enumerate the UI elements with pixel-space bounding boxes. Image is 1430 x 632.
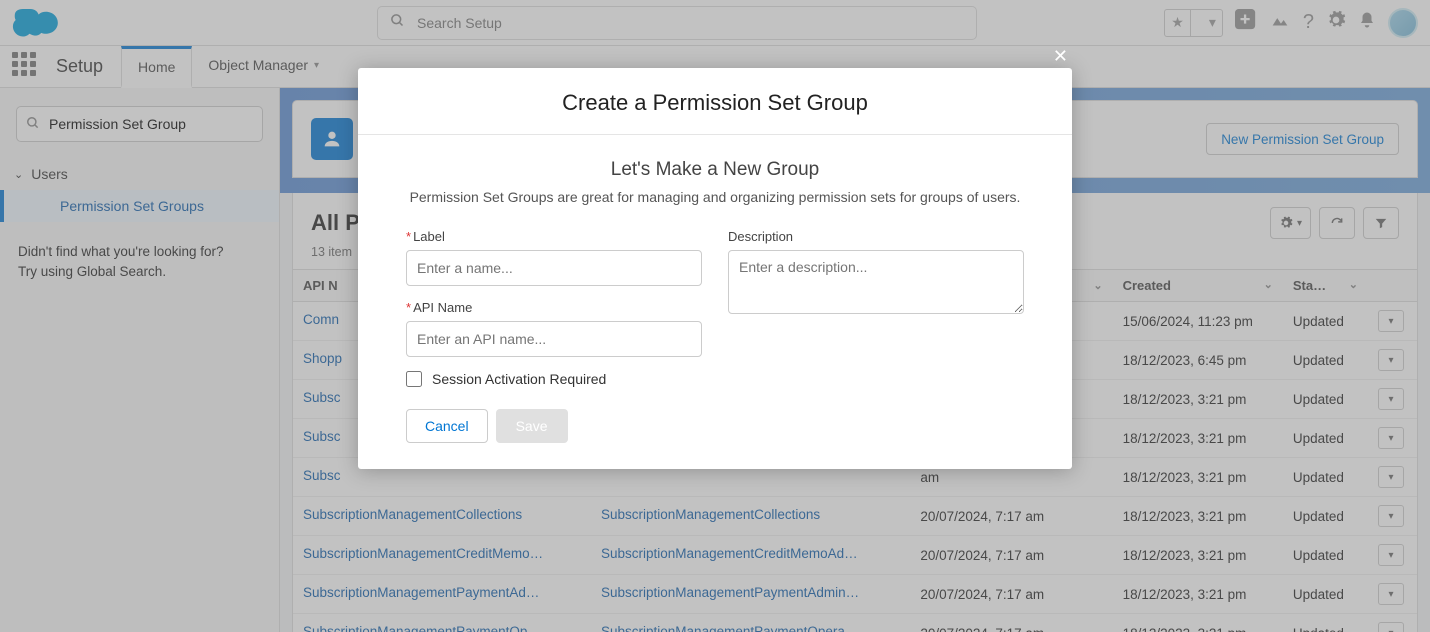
session-activation-input[interactable] [406, 371, 422, 387]
cancel-button[interactable]: Cancel [406, 409, 488, 443]
apiname-field-label: *API Name [406, 300, 702, 315]
description-textarea[interactable] [728, 250, 1024, 314]
modal-subtitle: Let's Make a New Group [358, 135, 1072, 181]
session-activation-checkbox[interactable]: Session Activation Required [406, 371, 702, 387]
modal-description: Permission Set Groups are great for mana… [358, 181, 1072, 229]
create-permission-set-group-modal: ✕ Create a Permission Set Group Let's Ma… [358, 68, 1072, 469]
label-field-label: *Label [406, 229, 702, 244]
apiname-input[interactable] [406, 321, 702, 357]
checkbox-label: Session Activation Required [432, 371, 606, 387]
modal-title: Create a Permission Set Group [358, 68, 1072, 135]
close-icon[interactable]: ✕ [1053, 46, 1068, 67]
description-field-label: Description [728, 229, 1024, 244]
label-input[interactable] [406, 250, 702, 286]
save-button[interactable]: Save [496, 409, 568, 443]
modal-overlay: ✕ Create a Permission Set Group Let's Ma… [0, 0, 1430, 632]
